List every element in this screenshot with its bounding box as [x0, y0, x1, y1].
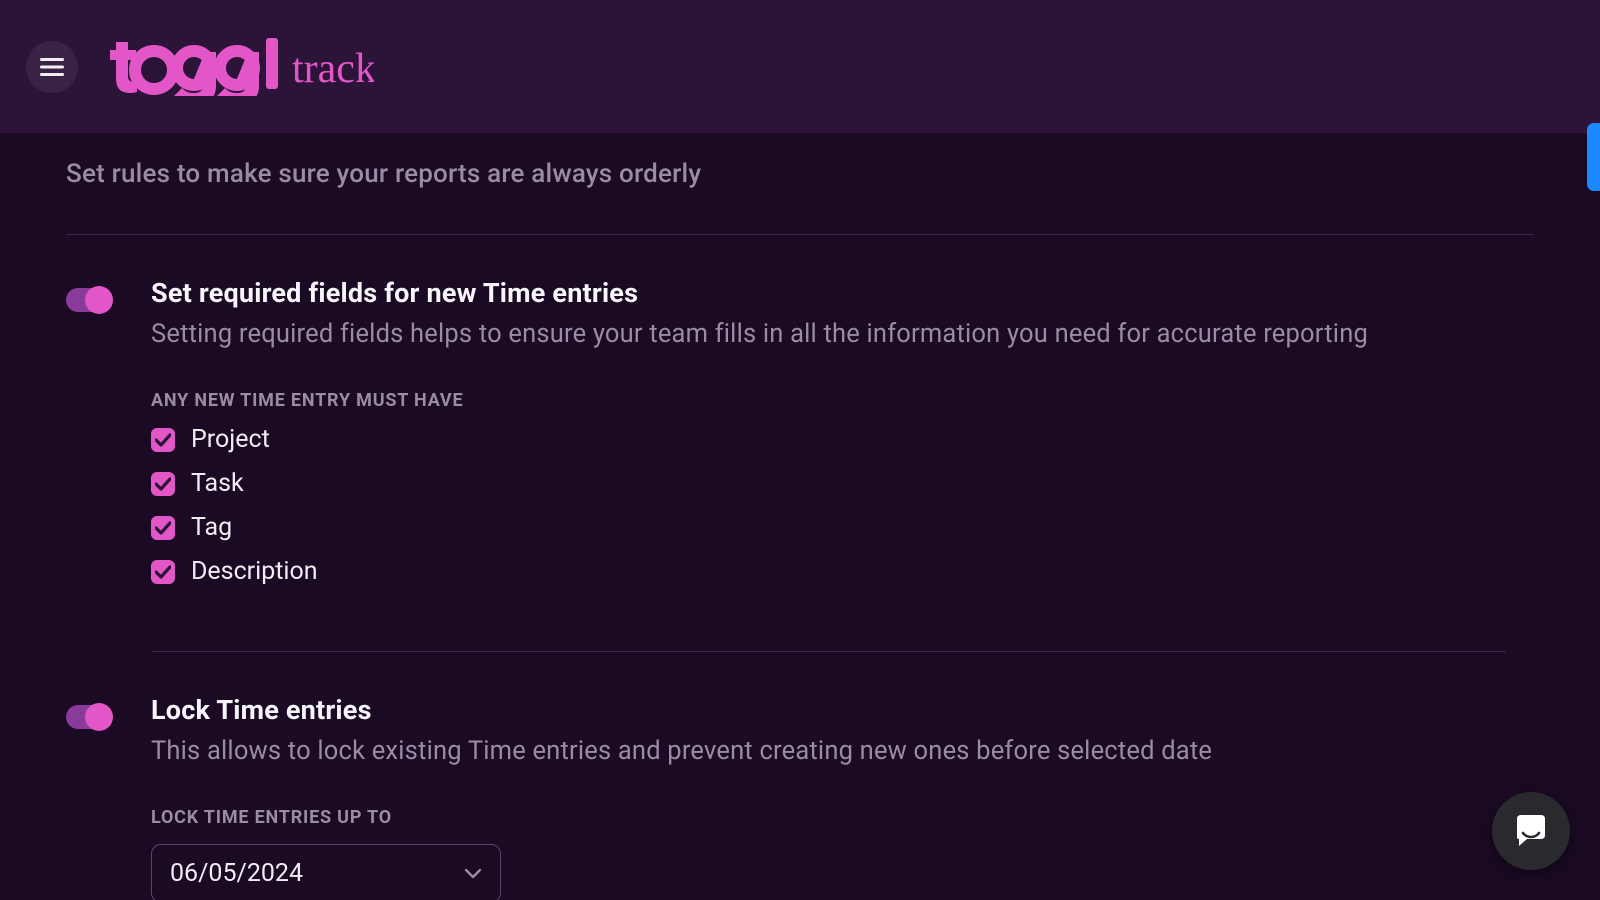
- chat-launcher[interactable]: [1492, 792, 1570, 870]
- setting-description: This allows to lock existing Time entrie…: [151, 734, 1534, 769]
- required-fields-list: Project Task Tag: [151, 425, 1534, 586]
- list-item: Tag: [151, 513, 1534, 542]
- checkmark-icon: [155, 433, 171, 447]
- side-indicator[interactable]: [1587, 123, 1600, 191]
- lock-date-value: 06/05/2024: [170, 859, 303, 888]
- setting-lock-entries: Lock Time entries This allows to lock ex…: [66, 652, 1534, 900]
- list-item: Task: [151, 469, 1534, 498]
- toggle-knob: [85, 286, 113, 314]
- setting-required-fields: Set required fields for new Time entries…: [66, 235, 1534, 586]
- brand-logo[interactable]: track: [104, 38, 374, 96]
- hamburger-icon: [40, 58, 64, 76]
- setting-title: Set required fields for new Time entries: [151, 277, 1534, 309]
- checkmark-icon: [155, 477, 171, 491]
- checkbox-task[interactable]: [151, 472, 175, 496]
- checkbox-description[interactable]: [151, 560, 175, 584]
- setting-description: Setting required fields helps to ensure …: [151, 317, 1534, 352]
- checkmark-icon: [155, 521, 171, 535]
- toggle-lock-entries[interactable]: [66, 705, 109, 729]
- checkbox-tag[interactable]: [151, 516, 175, 540]
- page-subtitle: Set rules to make sure your reports are …: [66, 159, 1534, 189]
- checkbox-label: Description: [191, 557, 318, 586]
- setting-title: Lock Time entries: [151, 694, 1534, 726]
- checkbox-label: Task: [191, 469, 244, 498]
- checkbox-label: Project: [191, 425, 270, 454]
- checkbox-project[interactable]: [151, 428, 175, 452]
- checkmark-icon: [155, 565, 171, 579]
- chevron-down-icon: [464, 868, 482, 880]
- toggl-wordmark-icon: track: [104, 38, 374, 96]
- list-item: Project: [151, 425, 1534, 454]
- product-name: track: [292, 46, 374, 92]
- required-fields-caption: ANY NEW TIME ENTRY MUST HAVE: [151, 390, 1534, 411]
- lock-date-picker[interactable]: 06/05/2024: [151, 844, 501, 900]
- lock-date-caption: LOCK TIME ENTRIES UP TO: [151, 807, 1534, 828]
- app-header: track: [0, 0, 1600, 133]
- checkbox-label: Tag: [191, 513, 232, 542]
- toggle-knob: [85, 703, 113, 731]
- chat-icon: [1511, 811, 1551, 851]
- menu-button[interactable]: [26, 41, 78, 93]
- toggle-required-fields[interactable]: [66, 288, 109, 312]
- main-content: Set rules to make sure your reports are …: [0, 133, 1600, 900]
- list-item: Description: [151, 557, 1534, 586]
